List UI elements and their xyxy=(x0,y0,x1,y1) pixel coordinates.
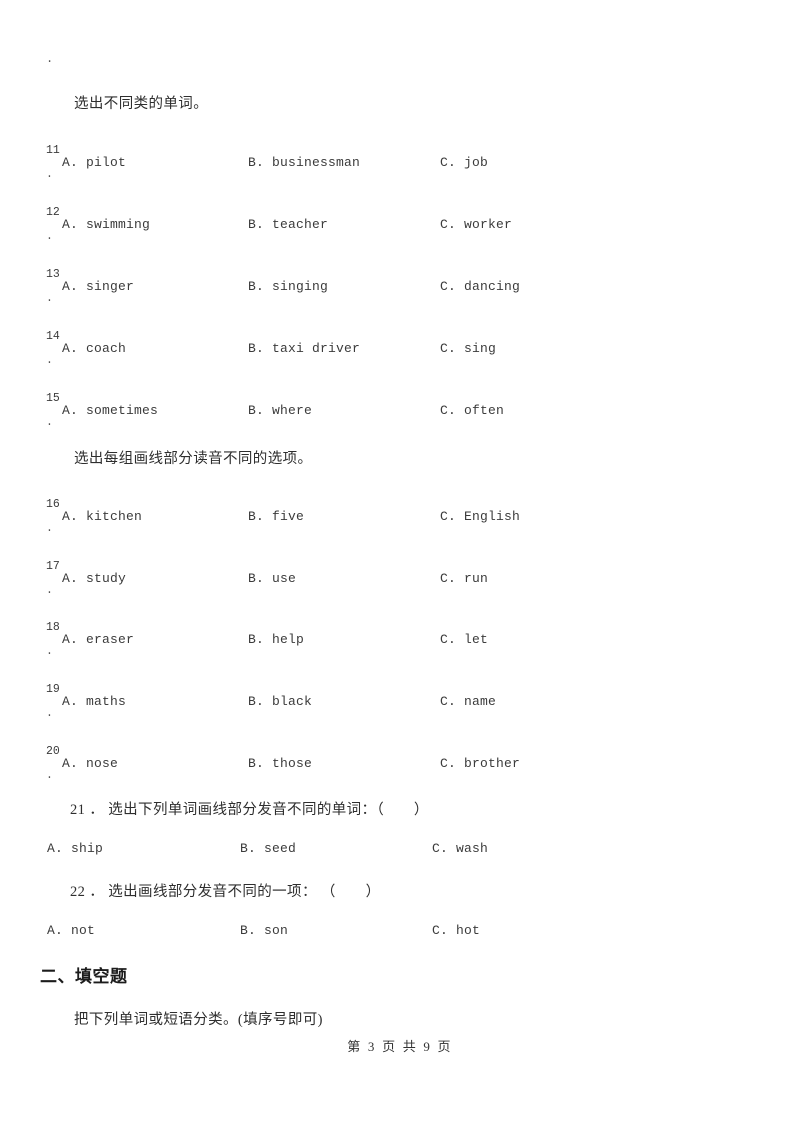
question-options-22: A. not B. son C. hot xyxy=(0,923,800,945)
option-a-22[interactable]: A. not xyxy=(47,923,95,938)
option-b-15[interactable]: B. where xyxy=(248,403,312,418)
option-c-20[interactable]: C. brother xyxy=(440,756,520,771)
orphan-period-marker: . xyxy=(46,52,54,66)
option-c-14[interactable]: C. sing xyxy=(440,341,496,356)
option-c-15[interactable]: C. often xyxy=(440,403,504,418)
option-b-17[interactable]: B. use xyxy=(248,571,296,586)
question-number-19: 19 xyxy=(46,683,60,696)
option-a-19[interactable]: A. maths xyxy=(62,694,126,709)
option-c-16[interactable]: C. English xyxy=(440,509,520,524)
question-period-18: . xyxy=(46,645,53,658)
instruction-select-different-word: 选出不同类的单词。 xyxy=(74,96,209,112)
option-b-19[interactable]: B. black xyxy=(248,694,312,709)
question-prompt-22: 22 ． 选出画线部分发音不同的一项： （ ） xyxy=(70,884,381,900)
question-row-18: 18 . A. eraser B. help C. let xyxy=(0,621,800,661)
option-b-16[interactable]: B. five xyxy=(248,509,304,524)
document-page: . 选出不同类的单词。 11 . A. pilot B. businessman… xyxy=(0,0,800,1132)
question-period-15: . xyxy=(46,416,53,429)
option-a-14[interactable]: A. coach xyxy=(62,341,126,356)
question-period-14: . xyxy=(46,354,53,367)
question-number-12: 12 xyxy=(46,206,60,219)
question-options-21: A. ship B. seed C. wash xyxy=(0,841,800,863)
option-a-21[interactable]: A. ship xyxy=(47,841,103,856)
question-period-16: . xyxy=(46,522,53,535)
instruction-select-different-pronunciation: 选出每组画线部分读音不同的选项。 xyxy=(74,451,313,467)
question-period-11: . xyxy=(46,168,53,181)
option-b-18[interactable]: B. help xyxy=(248,632,304,647)
option-a-20[interactable]: A. nose xyxy=(62,756,118,771)
question-number-20: 20 xyxy=(46,745,60,758)
option-b-14[interactable]: B. taxi driver xyxy=(248,341,360,356)
question-period-13: . xyxy=(46,292,53,305)
option-a-18[interactable]: A. eraser xyxy=(62,632,134,647)
question-number-14: 14 xyxy=(46,330,60,343)
question-number-16: 16 xyxy=(46,498,60,511)
question-period-19: . xyxy=(46,707,53,720)
option-a-12[interactable]: A. swimming xyxy=(62,217,150,232)
option-c-21[interactable]: C. wash xyxy=(432,841,488,856)
option-a-17[interactable]: A. study xyxy=(62,571,126,586)
option-b-13[interactable]: B. singing xyxy=(248,279,328,294)
option-c-12[interactable]: C. worker xyxy=(440,217,512,232)
question-row-15: 15 . A. sometimes B. where C. often xyxy=(0,392,800,432)
question-period-17: . xyxy=(46,584,53,597)
option-b-21[interactable]: B. seed xyxy=(240,841,296,856)
question-period-20: . xyxy=(46,769,53,782)
instruction-categorize-words: 把下列单词或短语分类。(填序号即可) xyxy=(74,1012,323,1028)
question-number-11: 11 xyxy=(46,144,60,157)
question-row-16: 16 . A. kitchen B. five C. English xyxy=(0,498,800,538)
question-row-20: 20 . A. nose B. those C. brother xyxy=(0,745,800,785)
question-row-19: 19 . A. maths B. black C. name xyxy=(0,683,800,723)
question-row-11: 11 . A. pilot B. businessman C. job xyxy=(0,144,800,184)
option-a-15[interactable]: A. sometimes xyxy=(62,403,158,418)
option-a-16[interactable]: A. kitchen xyxy=(62,509,142,524)
question-row-12: 12 . A. swimming B. teacher C. worker xyxy=(0,206,800,246)
option-c-18[interactable]: C. let xyxy=(440,632,488,647)
option-c-11[interactable]: C. job xyxy=(440,155,488,170)
option-b-22[interactable]: B. son xyxy=(240,923,288,938)
question-row-14: 14 . A. coach B. taxi driver C. sing xyxy=(0,330,800,370)
option-b-12[interactable]: B. teacher xyxy=(248,217,328,232)
question-row-13: 13 . A. singer B. singing C. dancing xyxy=(0,268,800,308)
option-b-20[interactable]: B. those xyxy=(248,756,312,771)
question-number-18: 18 xyxy=(46,621,60,634)
section-heading-fill-in-blank: 二、填空题 xyxy=(40,967,128,986)
question-period-12: . xyxy=(46,230,53,243)
question-number-17: 17 xyxy=(46,560,60,573)
page-footer: 第 3 页 共 9 页 xyxy=(0,1036,800,1056)
question-row-17: 17 . A. study B. use C. run xyxy=(0,560,800,600)
option-a-11[interactable]: A. pilot xyxy=(62,155,126,170)
option-c-13[interactable]: C. dancing xyxy=(440,279,520,294)
option-b-11[interactable]: B. businessman xyxy=(248,155,360,170)
question-prompt-21: 21 ． 选出下列单词画线部分发音不同的单词：（ ） xyxy=(70,802,429,818)
page-number-text: 第 3 页 共 9 页 xyxy=(347,1039,453,1054)
question-number-15: 15 xyxy=(46,392,60,405)
question-number-13: 13 xyxy=(46,268,60,281)
option-a-13[interactable]: A. singer xyxy=(62,279,134,294)
option-c-22[interactable]: C. hot xyxy=(432,923,480,938)
option-c-17[interactable]: C. run xyxy=(440,571,488,586)
option-c-19[interactable]: C. name xyxy=(440,694,496,709)
